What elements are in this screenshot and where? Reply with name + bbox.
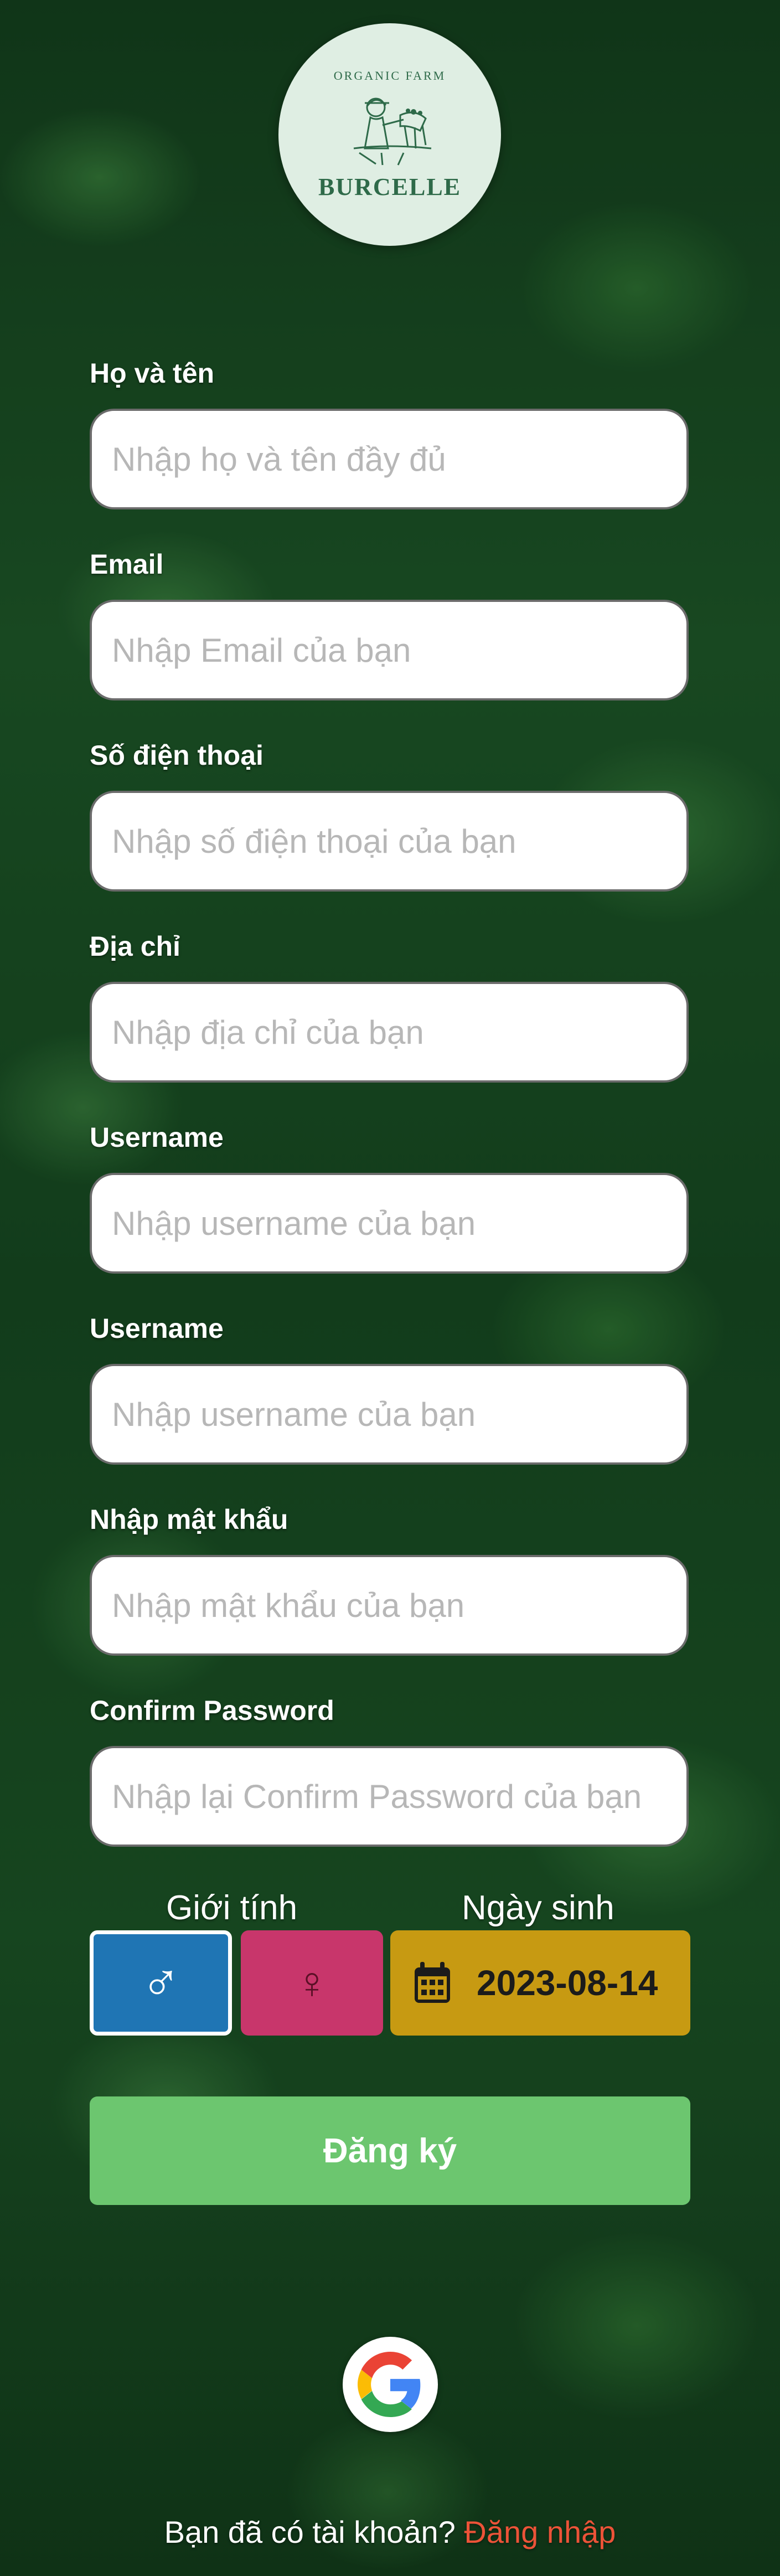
google-icon	[358, 2352, 421, 2417]
login-link[interactable]: Đăng nhập	[464, 2515, 616, 2549]
calendar-icon	[415, 1962, 450, 2003]
email-input[interactable]	[90, 600, 689, 700]
password-input[interactable]	[90, 1555, 689, 1656]
logo-arc-text: ORGANIC FARM	[333, 68, 446, 83]
birthday-value: 2023-08-14	[477, 1963, 658, 2003]
birthday-label: Ngày sinh	[462, 1889, 614, 1927]
fullname-label: Họ và tên	[90, 358, 215, 389]
username-input-2[interactable]	[90, 1364, 689, 1465]
brand-logo: ORGANIC FARM BURCELLE	[278, 23, 501, 246]
login-question: Bạn đã có tài khoản?	[164, 2515, 456, 2549]
username-input[interactable]	[90, 1173, 689, 1274]
google-signin-button[interactable]	[343, 2337, 438, 2432]
confirm-password-label: Confirm Password	[90, 1695, 334, 1726]
address-input[interactable]	[90, 982, 689, 1083]
phone-label: Số điện thoại	[90, 740, 264, 771]
address-label: Địa chỉ	[90, 931, 180, 962]
login-prompt: Bạn đã có tài khoản? Đăng nhập	[0, 2514, 780, 2550]
register-button[interactable]: Đăng ký	[90, 2096, 690, 2205]
birthday-picker[interactable]: 2023-08-14	[390, 1930, 690, 2036]
logo-brand-name: BURCELLE	[318, 173, 462, 200]
phone-input[interactable]	[90, 791, 689, 892]
fullname-input[interactable]	[90, 409, 689, 509]
email-label: Email	[90, 549, 164, 580]
farmer-illustration-icon	[353, 97, 432, 166]
password-label: Nhập mật khẩu	[90, 1504, 288, 1535]
register-screen: ORGANIC FARM BURCELLE Họ và tên Nhập họ …	[0, 0, 780, 2576]
confirm-password-input[interactable]	[90, 1746, 689, 1847]
gender-female-button[interactable]: ♀	[241, 1930, 383, 2036]
female-symbol-icon: ♀	[295, 1958, 329, 2007]
male-symbol-icon: ♂	[141, 1953, 181, 2012]
username-label: Username	[90, 1122, 224, 1153]
gender-label: Giới tính	[166, 1889, 298, 1927]
gender-male-button[interactable]: ♂	[90, 1930, 232, 2036]
username-label-2: Username	[90, 1313, 224, 1344]
